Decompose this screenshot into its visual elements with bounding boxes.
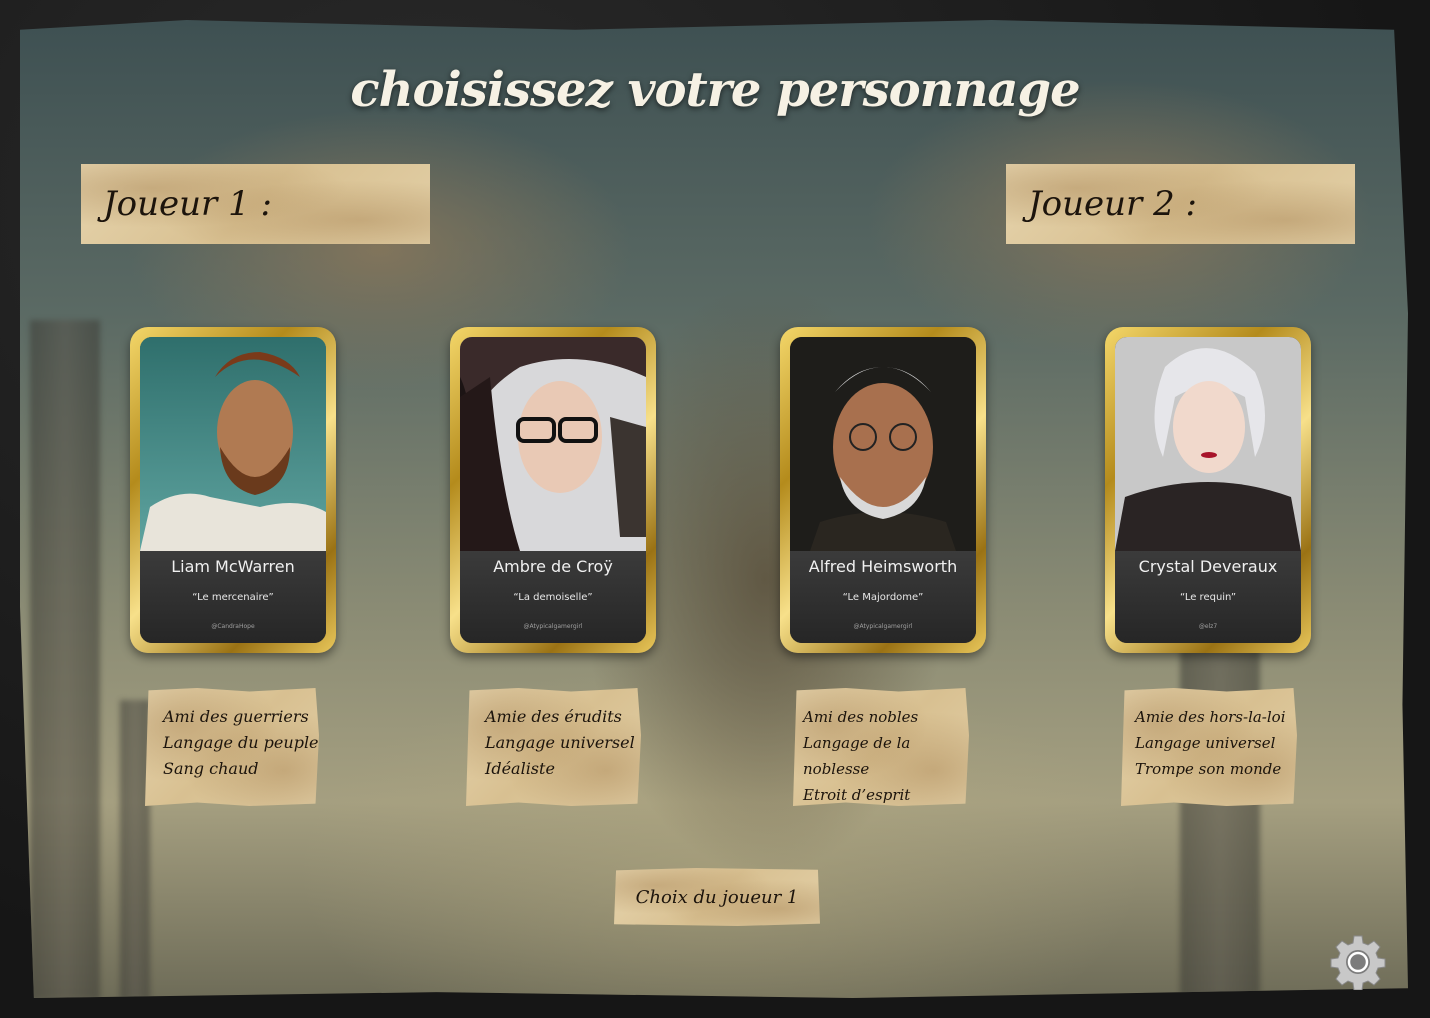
character-name: Ambre de Croÿ — [493, 557, 613, 576]
trait-item: Langage universel — [1135, 734, 1276, 752]
traits-crystal: Amie des hors-la-loi Langage universel T… — [1121, 688, 1297, 806]
artist-credit: @elz7 — [1198, 623, 1218, 630]
trait-item: Amie des hors-la-loi — [1135, 708, 1286, 726]
character-card-crystal[interactable]: Crystal Deveraux “Le requin” @elz7 — [1105, 327, 1311, 653]
card-plate: Crystal Deveraux “Le requin” @elz7 — [1115, 551, 1301, 643]
portrait-liam — [140, 337, 326, 551]
character-nickname: “Le mercenaire” — [192, 592, 274, 603]
card-plate: Liam McWarren “Le mercenaire” @CandraHop… — [140, 551, 326, 643]
character-nickname: “La demoiselle” — [513, 592, 593, 603]
character-nickname: “Le requin” — [1179, 592, 1237, 603]
page-title: choisissez votre personnage — [350, 62, 1080, 118]
trait-item: Ami des nobles — [803, 708, 919, 726]
trait-item: Ami des guerriers — [163, 707, 309, 726]
card-inner: Alfred Heimsworth “Le Majordome” @Atypic… — [790, 337, 976, 643]
character-name: Crystal Deveraux — [1138, 557, 1278, 576]
traits-alfred: Ami des nobles Langage de la noblesse Et… — [793, 688, 969, 806]
trait-item: Langage universel — [485, 733, 635, 752]
player-2-label: Joueur 2 : — [1028, 184, 1197, 224]
character-name: Liam McWarren — [171, 557, 295, 576]
player-1-label: Joueur 1 : — [103, 184, 272, 224]
card-inner: Crystal Deveraux “Le requin” @elz7 — [1115, 337, 1301, 643]
character-card-ambre[interactable]: Ambre de Croÿ “La demoiselle” @Atypicalg… — [450, 327, 656, 653]
artist-credit: @Atypicalgamergirl — [523, 623, 583, 630]
trait-item: Amie des érudits — [485, 707, 622, 726]
trait-item: Sang chaud — [163, 759, 259, 778]
character-nickname: “Le Majordome” — [842, 592, 924, 603]
character-card-liam[interactable]: Liam McWarren “Le mercenaire” @CandraHop… — [130, 327, 336, 653]
character-name: Alfred Heimsworth — [808, 557, 958, 576]
portrait-alfred — [790, 337, 976, 551]
trait-item: Langage de la noblesse — [803, 734, 911, 778]
artist-credit: @Atypicalgamergirl — [853, 623, 913, 630]
character-card-alfred[interactable]: Alfred Heimsworth “Le Majordome” @Atypic… — [780, 327, 986, 653]
portrait-crystal — [1115, 337, 1301, 551]
card-plate: Alfred Heimsworth “Le Majordome” @Atypic… — [790, 551, 976, 643]
card-plate: Ambre de Croÿ “La demoiselle” @Atypicalg… — [460, 551, 646, 643]
card-inner: Liam McWarren “Le mercenaire” @CandraHop… — [140, 337, 326, 643]
trait-item: Langage du peuple — [163, 733, 319, 752]
player-2-slot: Joueur 2 : — [1006, 164, 1355, 244]
player-1-slot: Joueur 1 : — [81, 164, 430, 244]
artist-credit: @CandraHope — [211, 623, 255, 630]
card-inner: Ambre de Croÿ “La demoiselle” @Atypicalg… — [460, 337, 646, 643]
trait-item: Trompe son monde — [1135, 760, 1282, 778]
traits-liam: Ami des guerriers Langage du peuple Sang… — [145, 688, 319, 806]
portrait-ambre — [460, 337, 646, 551]
traits-ambre: Amie des érudits Langage universel Idéal… — [466, 688, 641, 806]
player-choice-button[interactable]: Choix du joueur 1 — [614, 868, 820, 926]
trait-item: Idéaliste — [485, 759, 555, 778]
gear-icon[interactable] — [1330, 934, 1386, 990]
